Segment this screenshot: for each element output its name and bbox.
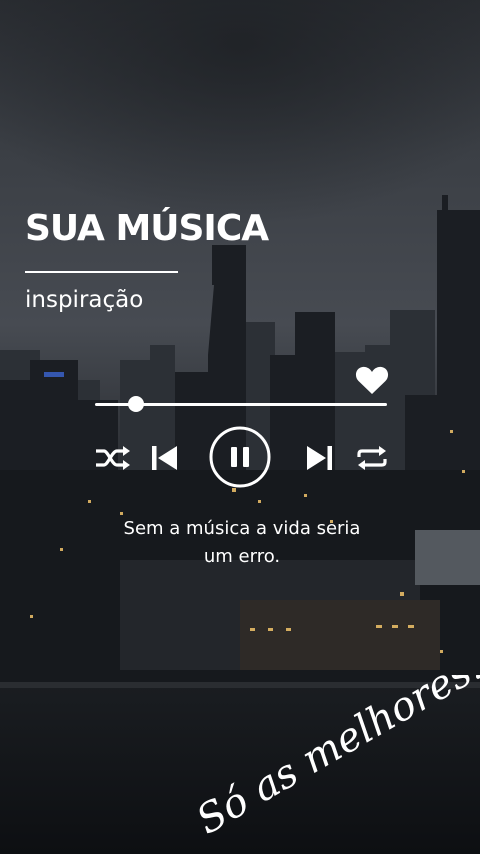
page-title: SUA MÚSICA bbox=[25, 208, 269, 249]
next-icon[interactable] bbox=[306, 446, 332, 470]
handwritten-signature: Só as melhores! bbox=[195, 675, 480, 844]
heart-icon[interactable] bbox=[355, 365, 389, 395]
svg-text:Só as melhores!: Só as melhores! bbox=[195, 675, 480, 844]
progress-knob[interactable] bbox=[127, 396, 144, 412]
pause-button[interactable] bbox=[209, 426, 271, 488]
shuffle-icon[interactable] bbox=[93, 445, 131, 471]
quote-line-1: Sem a música a vida seria bbox=[123, 518, 361, 539]
title-divider bbox=[25, 271, 178, 273]
quote-line-2: um erro. bbox=[203, 546, 281, 567]
repeat-icon[interactable] bbox=[355, 445, 389, 471]
quote-text: Sem a música a vida seria um erro. bbox=[80, 515, 404, 571]
pause-icon bbox=[231, 447, 237, 467]
previous-icon[interactable] bbox=[152, 446, 178, 470]
subtitle: inspiração bbox=[25, 287, 144, 313]
